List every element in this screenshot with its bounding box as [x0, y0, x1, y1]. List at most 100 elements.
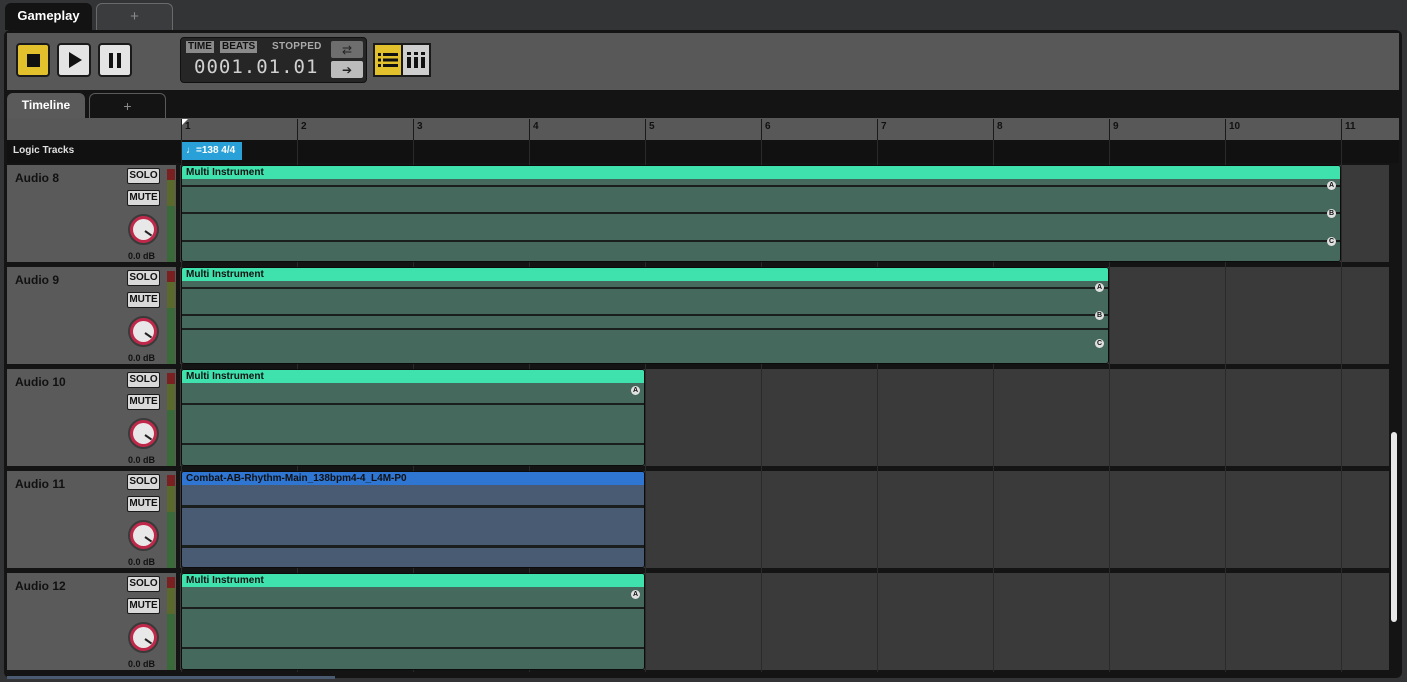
- level-meter: [167, 169, 175, 262]
- ruler-tick: [297, 119, 298, 140]
- clip-title: Combat-AB-Rhythm-Main_138bpm4-4_L4M-P0: [182, 472, 644, 485]
- mute-button[interactable]: MUTE: [127, 292, 160, 308]
- level-meter: [167, 271, 175, 364]
- track-header[interactable]: Audio 8 SOLO MUTE 0.0 dB: [7, 165, 176, 262]
- ruler-tick: [1341, 119, 1342, 140]
- bar-number: 5: [649, 121, 655, 132]
- pause-icon: [109, 52, 121, 68]
- solo-button[interactable]: SOLO: [127, 474, 160, 490]
- bar-number: 7: [881, 121, 887, 132]
- volume-knob[interactable]: [128, 418, 159, 449]
- grid-view-icon: [407, 52, 425, 68]
- bar-ruler[interactable]: [7, 118, 1399, 140]
- play-button[interactable]: [57, 43, 91, 77]
- ruler-tick: [1225, 119, 1226, 140]
- layer-badge: C: [1095, 339, 1104, 348]
- time-mode-toggle[interactable]: TIME: [186, 41, 214, 53]
- level-meter: [167, 373, 175, 466]
- volume-readout: 0.0 dB: [128, 251, 156, 261]
- clip-title: Multi Instrument: [182, 268, 1108, 281]
- tempo-marker[interactable]: ♩=138 4/4: [182, 142, 242, 160]
- horizontal-scrollbar[interactable]: [7, 676, 335, 679]
- volume-readout: 0.0 dB: [128, 353, 156, 363]
- volume-knob[interactable]: [128, 622, 159, 653]
- clip-title: Multi Instrument: [182, 574, 644, 587]
- list-view-button[interactable]: [373, 43, 403, 77]
- ruler-tick: [645, 119, 646, 140]
- solo-button[interactable]: SOLO: [127, 270, 160, 286]
- ruler-tick: [993, 119, 994, 140]
- transport-status: STOPPED: [272, 41, 322, 52]
- pause-button[interactable]: [98, 43, 132, 77]
- mute-button[interactable]: MUTE: [127, 598, 160, 614]
- layer-badge: C: [1327, 237, 1336, 246]
- level-meter: [167, 475, 175, 568]
- clip[interactable]: Multi Instrument A: [181, 573, 645, 670]
- ruler-tick: [413, 119, 414, 140]
- follow-button[interactable]: ➔: [331, 61, 363, 78]
- tab-gameplay[interactable]: Gameplay: [5, 3, 92, 30]
- vertical-scrollbar[interactable]: [1391, 432, 1397, 622]
- bar-number: 3: [417, 121, 423, 132]
- ruler-tick: [1109, 119, 1110, 140]
- track-name[interactable]: Audio 8: [15, 171, 59, 185]
- volume-readout: 0.0 dB: [128, 659, 156, 669]
- clip[interactable]: Multi Instrument A: [181, 369, 645, 466]
- volume-knob[interactable]: [128, 520, 159, 551]
- ruler-tick: [181, 119, 182, 140]
- track-name[interactable]: Audio 10: [15, 375, 66, 389]
- position-counter: 0001.01.01: [194, 56, 319, 78]
- clip[interactable]: Multi Instrument A B C: [181, 165, 1341, 262]
- track-header[interactable]: Audio 12 SOLO MUTE 0.0 dB: [7, 573, 176, 670]
- bar-number: 2: [301, 121, 307, 132]
- track-name[interactable]: Audio 12: [15, 579, 66, 593]
- volume-readout: 0.0 dB: [128, 455, 156, 465]
- clip-title: Multi Instrument: [182, 370, 644, 383]
- solo-button[interactable]: SOLO: [127, 168, 160, 184]
- track-name[interactable]: Audio 11: [15, 477, 65, 491]
- clip-title: Multi Instrument: [182, 166, 1340, 179]
- logic-tracks-label: Logic Tracks: [13, 145, 75, 156]
- mute-button[interactable]: MUTE: [127, 394, 160, 410]
- layer-badge: B: [1327, 209, 1336, 218]
- level-meter: [167, 577, 175, 670]
- solo-button[interactable]: SOLO: [127, 576, 160, 592]
- bar-number: 11: [1345, 121, 1356, 132]
- bar-number: 1: [185, 121, 191, 132]
- track-name[interactable]: Audio 9: [15, 273, 59, 287]
- track-header[interactable]: Audio 9 SOLO MUTE 0.0 dB: [7, 267, 176, 364]
- layer-badge: B: [1095, 311, 1104, 320]
- list-view-icon: [378, 53, 398, 67]
- bar-number: 10: [1229, 121, 1241, 132]
- arrow-right-icon: ➔: [341, 62, 353, 77]
- stop-icon: [26, 53, 40, 67]
- ruler-tick: [877, 119, 878, 140]
- add-tab-button[interactable]: +: [96, 3, 173, 30]
- volume-knob[interactable]: [128, 316, 159, 347]
- bar-number: 6: [765, 121, 771, 132]
- loop-button[interactable]: ⇄: [331, 41, 363, 58]
- mute-button[interactable]: MUTE: [127, 190, 160, 206]
- track-header[interactable]: Audio 10 SOLO MUTE 0.0 dB: [7, 369, 176, 466]
- layer-badge: A: [631, 590, 640, 599]
- tab-timeline[interactable]: Timeline: [7, 93, 85, 118]
- bar-number: 8: [997, 121, 1003, 132]
- clip[interactable]: Combat-AB-Rhythm-Main_138bpm4-4_L4M-P0: [181, 471, 645, 568]
- volume-knob[interactable]: [128, 214, 159, 245]
- clip[interactable]: Multi Instrument A B C: [181, 267, 1109, 364]
- bar-grid-line: [1341, 140, 1342, 672]
- add-timeline-button[interactable]: +: [89, 93, 166, 118]
- layer-badge: A: [1095, 283, 1104, 292]
- stop-button[interactable]: [16, 43, 50, 77]
- ruler-tick: [529, 119, 530, 140]
- track-header[interactable]: Audio 11 SOLO MUTE 0.0 dB: [7, 471, 176, 568]
- loop-icon: ⇄: [341, 42, 353, 57]
- layer-badge: A: [1327, 181, 1336, 190]
- mute-button[interactable]: MUTE: [127, 496, 160, 512]
- beats-mode-toggle[interactable]: BEATS: [220, 41, 258, 53]
- layer-badge: A: [631, 386, 640, 395]
- solo-button[interactable]: SOLO: [127, 372, 160, 388]
- bar-number: 9: [1113, 121, 1119, 132]
- volume-readout: 0.0 dB: [128, 557, 156, 567]
- grid-view-button[interactable]: [401, 43, 431, 77]
